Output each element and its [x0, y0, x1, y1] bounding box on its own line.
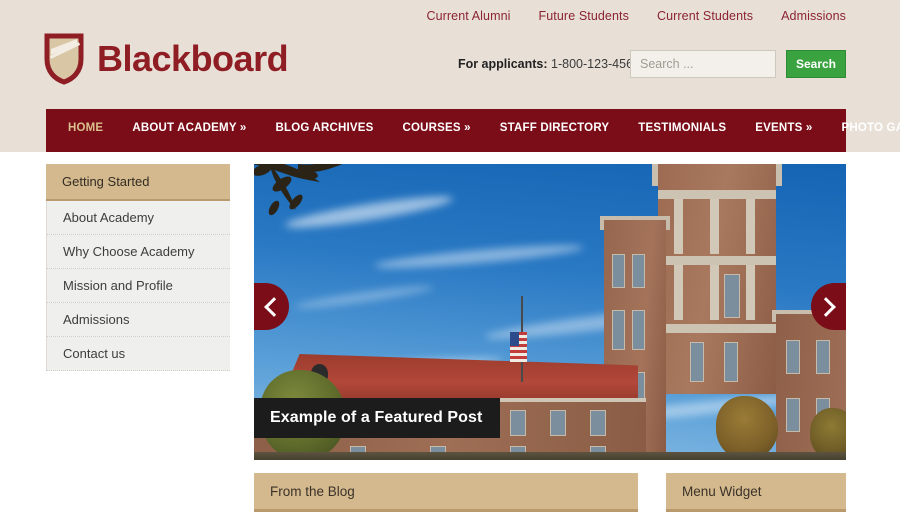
- applicants-label: For applicants:: [457, 57, 548, 71]
- sidebar-item-why-choose-academy[interactable]: Why Choose Academy: [46, 235, 230, 269]
- nav-item-blog-archives[interactable]: BLOG ARCHIVES: [276, 122, 374, 134]
- window: [550, 410, 566, 436]
- window: [612, 310, 625, 350]
- nav-item-staff-directory[interactable]: STAFF DIRECTORY: [500, 122, 609, 134]
- nav-item-events[interactable]: EVENTS »: [755, 122, 812, 134]
- utility-link-current-students[interactable]: Current Students: [657, 9, 753, 23]
- slide-caption[interactable]: Example of a Featured Post: [254, 398, 501, 438]
- sidebar-item-mission-and-profile[interactable]: Mission and Profile: [46, 269, 230, 303]
- tree-decoration: [716, 396, 778, 460]
- tower-stripe: [746, 199, 755, 254]
- brand-name: Blackboard: [97, 38, 289, 79]
- tower-band: [658, 190, 776, 199]
- tower-stripe: [746, 265, 755, 320]
- shield-icon: [44, 33, 84, 85]
- search-button[interactable]: Search: [786, 50, 846, 78]
- tower-stripe: [710, 265, 719, 320]
- sidebar-item-getting-started[interactable]: Getting Started: [46, 164, 230, 201]
- window: [786, 398, 800, 432]
- applicants-number: 1-800-123-4567: [551, 57, 640, 71]
- sidebar-item-label: About Academy: [63, 210, 155, 225]
- nav-item-testimonials[interactable]: TESTIMONIALS: [638, 122, 726, 134]
- nav-item-photo-gallery[interactable]: PHOTO GALLERY: [841, 122, 900, 134]
- nav-underline: [0, 147, 900, 152]
- applicants-phone: For applicants: 1-800-123-4567: [458, 57, 640, 71]
- sidebar-item-label: Why Choose Academy: [63, 244, 195, 259]
- tower-stripe: [674, 265, 683, 320]
- cloud-decoration: [293, 282, 435, 312]
- utility-link-future-students[interactable]: Future Students: [539, 9, 629, 23]
- window: [632, 310, 645, 350]
- window: [816, 340, 830, 374]
- sidebar-item-label: Contact us: [63, 346, 126, 361]
- tree-branch-decoration: [254, 164, 345, 216]
- widget-menu: Menu Widget: [666, 473, 846, 512]
- tower-stripe: [674, 199, 683, 254]
- sidebar-item-label: Getting Started: [62, 174, 150, 189]
- sidebar-item-admissions[interactable]: Admissions: [46, 303, 230, 337]
- utility-nav: Current Alumni Future Students Current S…: [426, 9, 846, 23]
- window: [632, 254, 645, 288]
- sidebar-item-contact-us[interactable]: Contact us: [46, 337, 230, 371]
- nav-item-about-academy[interactable]: ABOUT ACADEMY »: [132, 122, 246, 134]
- nav-item-courses[interactable]: COURSES »: [403, 122, 471, 134]
- flag-icon: [510, 332, 527, 362]
- widget-title: From the Blog: [270, 483, 355, 499]
- tower-band: [658, 324, 776, 333]
- page-root: Current Alumni Future Students Current S…: [0, 0, 900, 512]
- window: [510, 410, 526, 436]
- sidebar-item-label: Mission and Profile: [63, 278, 173, 293]
- cloud-decoration: [373, 240, 585, 273]
- widget-title: Menu Widget: [682, 483, 762, 499]
- utility-link-current-alumni[interactable]: Current Alumni: [426, 9, 510, 23]
- sidebar-item-about-academy[interactable]: About Academy: [46, 201, 230, 235]
- window: [724, 342, 738, 382]
- window: [612, 254, 625, 288]
- slide-caption-text: Example of a Featured Post: [270, 409, 483, 426]
- search-input[interactable]: [630, 50, 776, 78]
- window: [786, 340, 800, 374]
- nav-item-home[interactable]: HOME: [68, 122, 103, 134]
- widget-from-the-blog: From the Blog: [254, 473, 638, 512]
- chevron-left-icon: [264, 296, 284, 317]
- site-logo[interactable]: Blackboard: [44, 33, 289, 85]
- window: [724, 274, 740, 318]
- chevron-right-icon: [816, 296, 836, 317]
- main-nav: HOME ABOUT ACADEMY » BLOG ARCHIVES COURS…: [46, 109, 900, 147]
- sidebar-item-label: Admissions: [63, 312, 130, 327]
- ground-strip: [254, 452, 846, 460]
- sidebar-menu: Getting Started About Academy Why Choose…: [46, 164, 230, 371]
- tower-stripe: [710, 199, 719, 254]
- window: [690, 342, 704, 382]
- utility-link-admissions[interactable]: Admissions: [781, 9, 846, 23]
- window: [590, 410, 606, 436]
- search-form: Search: [630, 50, 846, 78]
- tower-band: [658, 256, 776, 265]
